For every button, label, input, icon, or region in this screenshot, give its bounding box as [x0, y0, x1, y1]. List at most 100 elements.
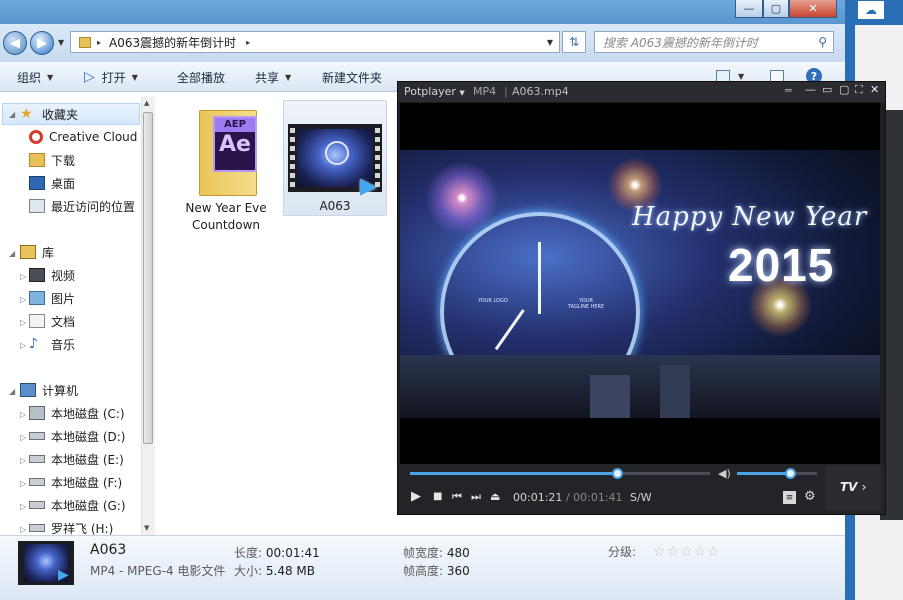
back-button[interactable]: ◀ — [3, 31, 27, 55]
file-item-folder[interactable]: AEP Ae New Year Eve Countdown — [175, 100, 277, 234]
tv-button[interactable]: TV › — [840, 480, 866, 494]
collapse-icon[interactable]: ▷ — [20, 318, 26, 327]
star-icon[interactable]: ☆ — [666, 544, 679, 560]
nav-recent-places[interactable]: 最近访问的位置 — [29, 196, 135, 216]
maximize-button[interactable]: ▢ — [763, 0, 789, 18]
details-rating: 分级: ☆☆☆☆☆ — [608, 543, 720, 560]
nav-drive-d[interactable]: 本地磁盘 (D:) — [29, 426, 125, 446]
nav-creative-cloud[interactable]: Creative Cloud — [29, 127, 137, 147]
nav-computer[interactable]: 计算机 — [20, 380, 78, 400]
mini-mode-button[interactable]: ▭ — [822, 83, 832, 96]
fullscreen-button[interactable]: ⛶ — [855, 83, 863, 97]
collapse-icon[interactable]: ▷ — [20, 433, 26, 442]
search-icon[interactable]: ⚲ — [818, 35, 827, 49]
title-bar[interactable] — [0, 0, 845, 24]
breadcrumb-separator[interactable]: ▸ — [97, 38, 101, 47]
collapse-icon[interactable]: ▷ — [20, 272, 26, 281]
letterbox-top — [400, 103, 880, 150]
nav-videos[interactable]: 视频 — [29, 265, 75, 285]
play-button[interactable]: ▶ — [411, 489, 421, 504]
nav-drive-e[interactable]: 本地磁盘 (E:) — [29, 449, 124, 469]
video-logo-text: YOUR LOGO — [478, 298, 508, 304]
collapse-icon[interactable]: ▷ — [20, 410, 26, 419]
volume-bar-fill — [737, 472, 790, 475]
open-button[interactable]: ▷ 打开 ▼ — [84, 62, 138, 92]
height-label: 帧高度: — [403, 564, 444, 578]
recent-pages-icon[interactable]: ▼ — [58, 38, 64, 47]
playlist-icon[interactable]: ≡ — [783, 491, 796, 504]
details-length: 长度: 00:01:41 — [234, 544, 320, 561]
new-folder-button[interactable]: 新建文件夹 — [322, 62, 382, 92]
nav-pictures[interactable]: 图片 — [29, 288, 75, 308]
star-icon[interactable]: ☆ — [680, 544, 693, 560]
seek-handle[interactable] — [612, 468, 623, 479]
video-frame[interactable]: YOUR LOGO YOUR TAGLINE HERE Happy New Yea… — [400, 150, 880, 418]
collapse-icon[interactable]: ▷ — [20, 295, 26, 304]
seek-bar-fill — [410, 472, 617, 475]
scroll-up-icon[interactable]: ▲ — [144, 99, 149, 107]
minimize-button[interactable]: — — [805, 83, 816, 96]
length-label: 长度: — [234, 546, 263, 560]
refresh-button[interactable]: ⇅ — [562, 31, 586, 53]
volume-handle[interactable] — [784, 468, 796, 479]
maximize-button[interactable]: ▢ — [839, 83, 849, 96]
cloud-app-icon[interactable]: ☁ — [857, 0, 885, 20]
next-button[interactable]: ⏭ — [471, 490, 481, 504]
close-button[interactable]: ✕ — [789, 0, 837, 18]
collapse-icon[interactable]: ▷ — [20, 456, 26, 465]
close-button[interactable]: ✕ — [870, 83, 879, 96]
play-all-button[interactable]: 全部播放 — [177, 62, 225, 92]
nav-drive-c[interactable]: 本地磁盘 (C:) — [29, 403, 125, 423]
share-menu[interactable]: 共享 ▼ — [255, 62, 291, 92]
collapse-icon[interactable]: ▷ — [20, 502, 26, 511]
length-value: 00:01:41 — [265, 546, 320, 560]
app-name: Potplayer — [404, 85, 456, 98]
nav-label: 罗祥飞 (H:) — [51, 521, 114, 536]
video-tagline: YOUR TAGLINE HERE — [568, 298, 604, 310]
forward-button[interactable]: ▶ — [30, 31, 54, 55]
player-title-bar[interactable]: Potplayer ▼ MP4 | A063.mp4 ═ — ▭ ▢ ⛶ ✕ — [398, 82, 885, 102]
stop-button[interactable]: ■ — [433, 491, 442, 502]
scrollbar-thumb[interactable] — [143, 112, 153, 444]
nav-drive-f[interactable]: 本地磁盘 (F:) — [29, 472, 122, 492]
breadcrumb-folder[interactable]: A063震撼的新年倒计时 — [109, 34, 236, 51]
nav-label: 本地磁盘 (G:) — [51, 498, 126, 513]
view-dropdown-icon[interactable]: ▼ — [738, 72, 744, 81]
nav-downloads[interactable]: 下载 — [29, 150, 75, 170]
app-menu[interactable]: Potplayer ▼ — [404, 85, 465, 98]
nav-desktop[interactable]: 桌面 — [29, 173, 75, 193]
pin-icon[interactable]: ═ — [785, 84, 792, 97]
nav-libraries[interactable]: 库 — [20, 242, 54, 262]
collapse-icon[interactable]: ▷ — [20, 341, 26, 350]
play-icon: ▷ — [84, 69, 95, 85]
volume-icon[interactable]: ◀) — [718, 467, 731, 480]
address-box[interactable]: ▸ A063震撼的新年倒计时 ▸ ▼ — [70, 31, 560, 53]
file-name: New Year Eve — [185, 201, 267, 215]
star-icon[interactable]: ☆ — [694, 544, 707, 560]
expand-icon[interactable]: ◢ — [9, 110, 15, 119]
nav-documents[interactable]: 文档 — [29, 311, 75, 331]
breadcrumb-separator[interactable]: ▸ — [246, 38, 250, 47]
clock-icon — [325, 141, 349, 165]
address-dropdown-icon[interactable]: ▼ — [547, 38, 553, 47]
creative-cloud-icon — [29, 130, 43, 144]
scroll-down-icon[interactable]: ▼ — [144, 524, 149, 532]
collapse-icon[interactable]: ▷ — [20, 479, 26, 488]
search-input[interactable]: 搜索 A063震撼的新年倒计时 ⚲ — [594, 31, 834, 53]
decoder-mode[interactable]: S/W — [630, 491, 652, 504]
star-icon[interactable]: ☆ — [653, 544, 666, 560]
nav-music[interactable]: ♪ 音乐 — [29, 334, 75, 354]
eject-button[interactable]: ⏏ — [490, 490, 500, 503]
settings-icon[interactable]: ⚙ — [804, 489, 816, 504]
organize-menu[interactable]: 组织 ▼ — [17, 62, 53, 92]
star-icon[interactable]: ☆ — [707, 544, 720, 560]
expand-icon[interactable]: ◢ — [9, 249, 15, 258]
expand-icon[interactable]: ◢ — [9, 387, 15, 396]
play-overlay-icon: ▶ — [58, 567, 69, 583]
nav-drive-g[interactable]: 本地磁盘 (G:) — [29, 495, 126, 515]
collapse-icon[interactable]: ▷ — [20, 525, 26, 534]
minimize-button[interactable]: — — [735, 0, 763, 18]
previous-button[interactable]: ⏮ — [452, 490, 462, 504]
nav-favorites[interactable]: ★ 收藏夹 — [20, 104, 78, 124]
rating-stars[interactable]: ☆☆☆☆☆ — [652, 544, 720, 560]
